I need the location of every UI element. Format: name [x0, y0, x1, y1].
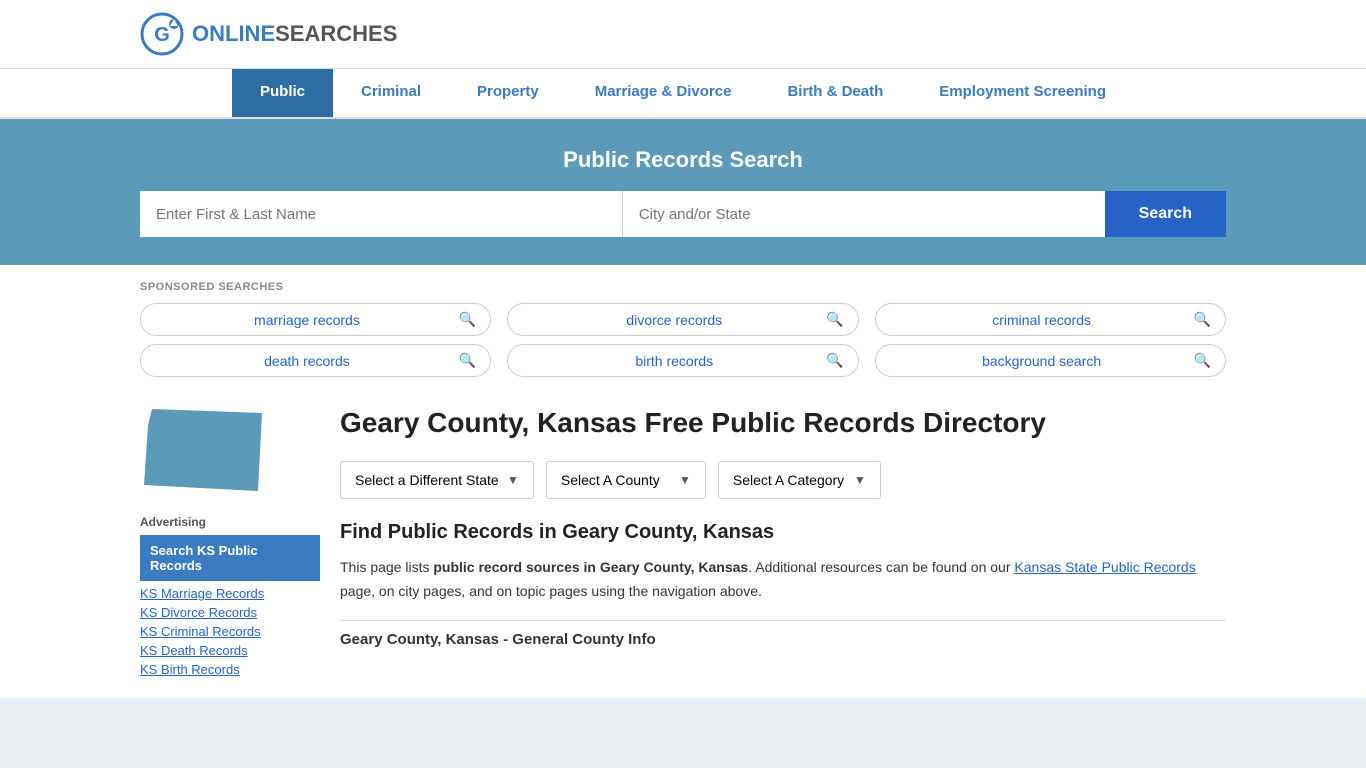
svg-text:G: G	[154, 24, 170, 46]
main-content: Advertising Search KS Public Records KS …	[0, 385, 1366, 698]
sidebar-link-marriage[interactable]: KS Marriage Records	[140, 585, 320, 602]
section-sub-title: Geary County, Kansas - General County In…	[340, 631, 656, 648]
sponsored-marriage[interactable]: marriage records 🔍	[140, 303, 491, 336]
find-desc-part1: This page lists	[340, 559, 433, 575]
search-icon-3: 🔍	[1194, 311, 1211, 328]
location-input[interactable]	[623, 191, 1105, 237]
county-dropdown[interactable]: Select A County ▼	[546, 461, 706, 499]
sidebar-link-divorce[interactable]: KS Divorce Records	[140, 604, 320, 621]
county-select[interactable]: Select A County	[561, 472, 671, 488]
sponsored-criminal-text: criminal records	[890, 312, 1194, 328]
page-title: Geary County, Kansas Free Public Records…	[340, 405, 1226, 441]
sponsored-birth-text: birth records	[522, 353, 826, 369]
sponsored-background[interactable]: background search 🔍	[875, 344, 1226, 377]
find-desc-bold: public record sources in Geary County, K…	[433, 559, 748, 575]
category-dropdown[interactable]: Select A Category ▼	[718, 461, 881, 499]
find-desc-part3: page, on city pages, and on topic pages …	[340, 583, 762, 599]
sponsored-background-text: background search	[890, 353, 1194, 369]
search-icon-2: 🔍	[826, 311, 843, 328]
find-title: Find Public Records in Geary County, Kan…	[340, 521, 1226, 544]
header: G ONLINESEARCHES	[0, 0, 1366, 69]
sponsored-label: SPONSORED SEARCHES	[140, 281, 1226, 293]
dropdowns-row: Select a Different State ▼ Select A Coun…	[340, 461, 1226, 499]
kansas-state-link[interactable]: Kansas State Public Records	[1014, 559, 1195, 575]
sponsored-birth[interactable]: birth records 🔍	[507, 344, 858, 377]
main-nav: Public Criminal Property Marriage & Divo…	[0, 69, 1366, 119]
nav-public[interactable]: Public	[232, 69, 333, 117]
find-description: This page lists public record sources in…	[340, 556, 1226, 604]
nav-birth-death[interactable]: Birth & Death	[759, 69, 911, 117]
sidebar-featured-ad[interactable]: Search KS Public Records	[140, 535, 320, 581]
state-select[interactable]: Select a Different State	[355, 472, 499, 488]
sidebar-link-criminal[interactable]: KS Criminal Records	[140, 623, 320, 640]
sidebar-ad-label: Advertising	[140, 515, 320, 529]
state-dropdown-arrow: ▼	[507, 473, 519, 487]
search-form: Search	[140, 191, 1226, 237]
search-icon-1: 🔍	[459, 311, 476, 328]
sponsored-death-text: death records	[155, 353, 459, 369]
logo-icon: G	[140, 12, 184, 56]
search-button[interactable]: Search	[1105, 191, 1226, 237]
content-area: Geary County, Kansas Free Public Records…	[340, 405, 1226, 678]
sidebar: Advertising Search KS Public Records KS …	[140, 405, 320, 678]
nav-property[interactable]: Property	[449, 69, 567, 117]
sidebar-link-birth[interactable]: KS Birth Records	[140, 661, 320, 678]
nav-marriage-divorce[interactable]: Marriage & Divorce	[567, 69, 760, 117]
nav-criminal[interactable]: Criminal	[333, 69, 449, 117]
search-icon-6: 🔍	[1194, 352, 1211, 369]
county-dropdown-arrow: ▼	[679, 473, 691, 487]
find-section: Find Public Records in Geary County, Kan…	[340, 521, 1226, 604]
sidebar-links: KS Marriage Records KS Divorce Records K…	[140, 585, 320, 678]
logo-text: ONLINESEARCHES	[192, 21, 397, 47]
find-desc-part2: . Additional resources can be found on o…	[748, 559, 1014, 575]
sponsored-grid: marriage records 🔍 divorce records 🔍 cri…	[140, 303, 1226, 377]
nav-employment[interactable]: Employment Screening	[911, 69, 1134, 117]
search-banner-title: Public Records Search	[140, 147, 1226, 173]
sponsored-divorce[interactable]: divorce records 🔍	[507, 303, 858, 336]
sidebar-link-death[interactable]: KS Death Records	[140, 642, 320, 659]
search-icon-5: 🔍	[826, 352, 843, 369]
search-icon-4: 🔍	[459, 352, 476, 369]
sponsored-section: SPONSORED SEARCHES marriage records 🔍 di…	[0, 265, 1366, 385]
sponsored-divorce-text: divorce records	[522, 312, 826, 328]
category-select[interactable]: Select A Category	[733, 472, 846, 488]
category-dropdown-arrow: ▼	[854, 473, 866, 487]
sponsored-death[interactable]: death records 🔍	[140, 344, 491, 377]
section-divider: Geary County, Kansas - General County In…	[340, 620, 1226, 648]
search-banner: Public Records Search Search	[0, 119, 1366, 265]
state-map-icon	[140, 405, 270, 495]
sponsored-criminal[interactable]: criminal records 🔍	[875, 303, 1226, 336]
sponsored-marriage-text: marriage records	[155, 312, 459, 328]
name-input[interactable]	[140, 191, 623, 237]
logo[interactable]: G ONLINESEARCHES	[140, 12, 397, 56]
state-dropdown[interactable]: Select a Different State ▼	[340, 461, 534, 499]
